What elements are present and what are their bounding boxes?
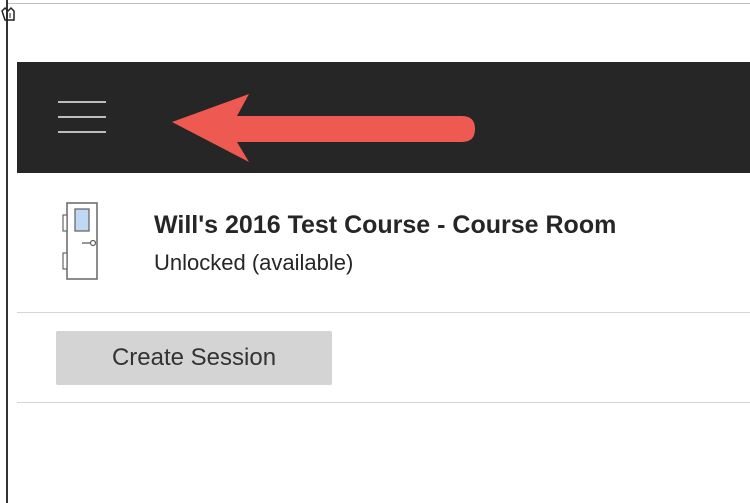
- create-session-button[interactable]: Create Session: [56, 331, 332, 385]
- course-room-card[interactable]: Will's 2016 Test Course - Course Room Un…: [17, 173, 750, 313]
- top-navigation-bar: [17, 62, 750, 173]
- course-room-status: Unlocked (available): [154, 250, 354, 275]
- session-actions: Create Session: [17, 313, 750, 403]
- door-icon: [62, 202, 98, 280]
- course-room-title: Will's 2016 Test Course - Course Room: [154, 211, 617, 239]
- corner-glyph-icon: [1, 6, 15, 21]
- window-left-border: [0, 0, 8, 503]
- red-arrow-annotation-icon: [172, 94, 475, 162]
- hamburger-menu-icon[interactable]: [58, 101, 106, 133]
- app-window: Will's 2016 Test Course - Course Room Un…: [0, 0, 750, 503]
- top-divider: [8, 3, 750, 4]
